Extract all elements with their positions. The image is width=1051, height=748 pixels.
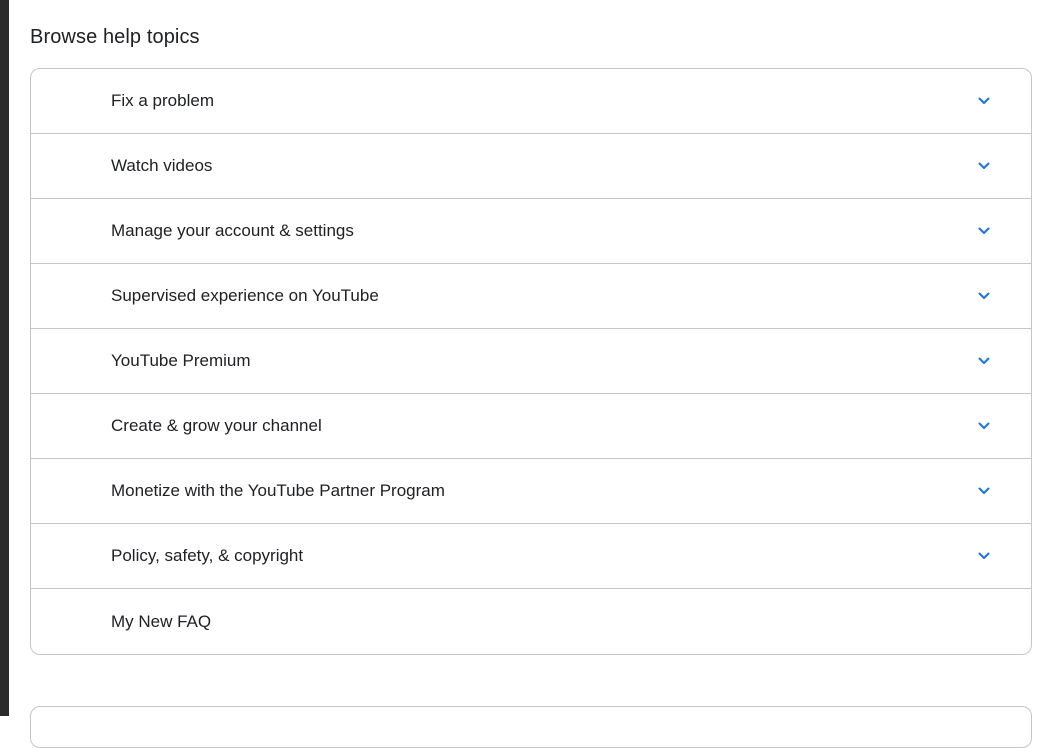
next-section-card [30,706,1032,748]
help-page: Browse help topics Fix a problem Watch v… [30,0,1032,748]
topic-label: Supervised experience on YouTube [111,286,379,305]
topic-label: YouTube Premium [111,351,251,370]
topic-label: My New FAQ [111,611,212,631]
section-title: Browse help topics [30,26,200,48]
topic-row-my-new-faq[interactable]: My New FAQ [31,589,1031,654]
topic-row-fix-a-problem[interactable]: Fix a problem [31,69,1031,134]
topic-label: Policy, safety, & copyright [111,546,304,565]
topic-row-monetize[interactable]: Monetize with the YouTube Partner Progra… [31,459,1031,524]
topic-row-supervised-experience[interactable]: Supervised experience on YouTube [31,264,1031,329]
chevron-down-icon[interactable] [976,353,992,369]
chevron-down-icon[interactable] [976,93,992,109]
topic-label: Fix a problem [111,91,214,110]
topic-label: Create & grow your channel [111,416,322,435]
chevron-down-icon[interactable] [976,158,992,174]
topic-row-manage-account[interactable]: Manage your account & settings [31,199,1031,264]
chevron-down-icon[interactable] [976,483,992,499]
topic-row-youtube-premium[interactable]: YouTube Premium [31,329,1031,394]
chevron-down-icon[interactable] [976,223,992,239]
topic-row-policy-safety-copyright[interactable]: Policy, safety, & copyright [31,524,1031,589]
chevron-down-icon[interactable] [976,288,992,304]
topic-row-create-grow-channel[interactable]: Create & grow your channel [31,394,1031,459]
topic-label: Monetize with the YouTube Partner Progra… [111,481,445,500]
chevron-down-icon[interactable] [976,548,992,564]
window-edge [0,0,9,716]
chevron-down-icon[interactable] [976,418,992,434]
topic-row-watch-videos[interactable]: Watch videos [31,134,1031,199]
help-topics-list: Fix a problem Watch videos Manage your a… [30,68,1032,655]
topic-label: Manage your account & settings [111,221,354,240]
topic-label: Watch videos [111,156,213,175]
